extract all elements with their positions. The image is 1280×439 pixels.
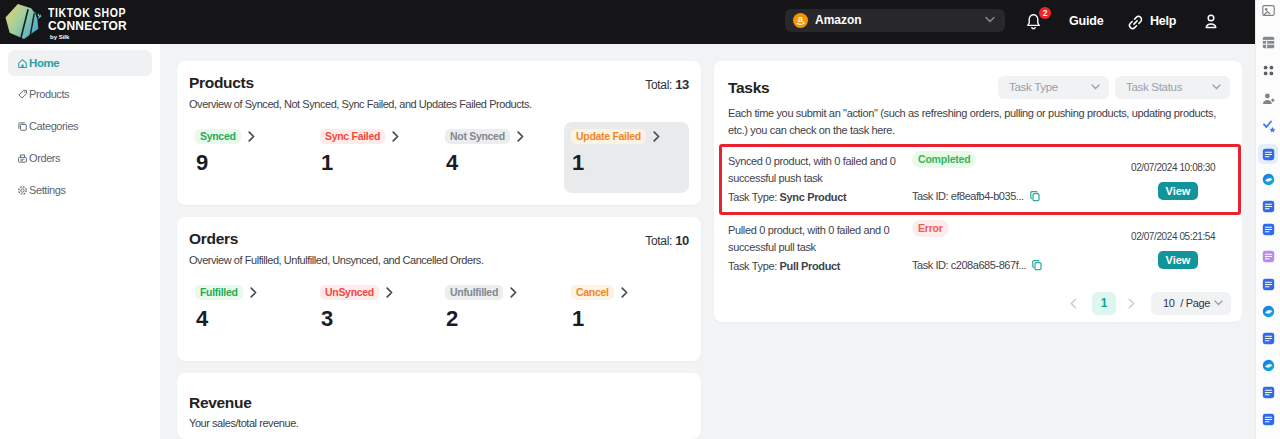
svg-text:a: a xyxy=(798,13,804,24)
